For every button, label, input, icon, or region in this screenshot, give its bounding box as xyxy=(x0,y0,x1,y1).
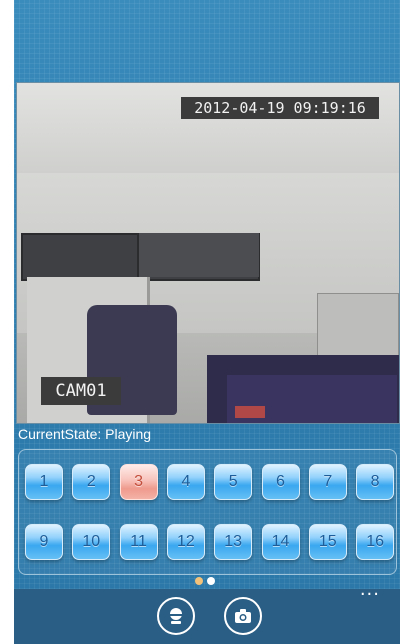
channel-button-14[interactable]: 14 xyxy=(261,524,300,560)
ptz-button[interactable] xyxy=(157,597,195,635)
snapshot-camera-icon xyxy=(235,609,251,623)
channel-grid: 1 2 3 4 5 6 7 8 9 10 11 12 13 14 15 16 xyxy=(18,449,397,575)
channel-button-13[interactable]: 13 xyxy=(214,524,253,560)
channel-button-2[interactable]: 2 xyxy=(72,464,111,500)
channel-button-15[interactable]: 15 xyxy=(308,524,347,560)
video-scene-cabinet xyxy=(137,233,259,277)
channel-button-7[interactable]: 7 xyxy=(308,464,347,500)
channel-button-11[interactable]: 11 xyxy=(119,524,158,560)
camera-name-overlay: CAM01 xyxy=(41,377,121,405)
channel-button-12[interactable]: 12 xyxy=(166,524,205,560)
channel-button-8[interactable]: 8 xyxy=(356,464,395,500)
video-scene-object xyxy=(235,406,265,418)
channel-button-6[interactable]: 6 xyxy=(261,464,300,500)
channel-button-5[interactable]: 5 xyxy=(214,464,253,500)
app-screen: 2012-04-19 09:19:16 CAM01 CurrentState: … xyxy=(14,0,400,644)
more-menu-button[interactable]: ... xyxy=(360,579,380,600)
app-bar: ... xyxy=(14,579,400,644)
channel-button-10[interactable]: 10 xyxy=(72,524,111,560)
channel-button-9[interactable]: 9 xyxy=(25,524,63,560)
page-dot xyxy=(195,577,203,585)
channel-button-4[interactable]: 4 xyxy=(166,464,205,500)
channel-button-3[interactable]: 3 xyxy=(119,464,158,500)
page-dot xyxy=(207,577,215,585)
snapshot-button[interactable] xyxy=(224,597,262,635)
channel-button-16[interactable]: 16 xyxy=(356,524,395,560)
current-state-label: CurrentState: Playing xyxy=(18,426,152,442)
video-timestamp-overlay: 2012-04-19 09:19:16 xyxy=(181,97,379,119)
channel-button-1[interactable]: 1 xyxy=(25,464,63,500)
ptz-camera-icon xyxy=(170,608,182,624)
camera-video-view[interactable]: 2012-04-19 09:19:16 CAM01 xyxy=(16,82,400,424)
